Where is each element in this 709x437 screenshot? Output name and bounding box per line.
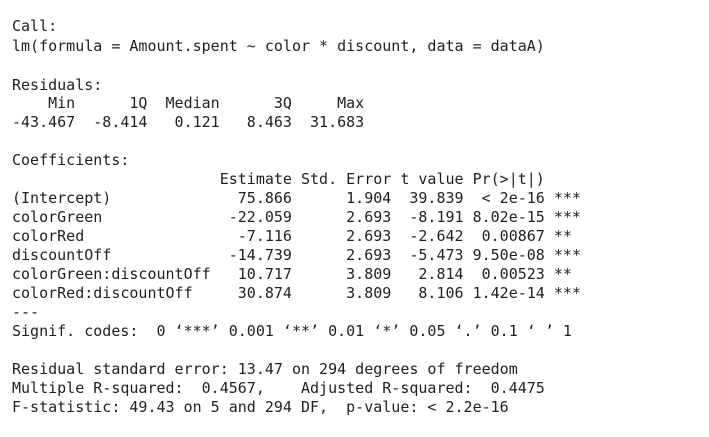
coefficient-row-discountoff: discountOff -14.739 2.693 -5.473 9.50e-0… [12,246,581,264]
coefficient-row-intercept: (Intercept) 75.866 1.904 39.839 < 2e-16 … [12,189,581,207]
coefficient-row-colorred: colorRed -7.116 2.693 -2.642 0.00867 ** [12,227,581,245]
r-squared: Multiple R-squared: 0.4567, Adjusted R-s… [12,379,554,397]
residuals-values: -43.467 -8.414 0.121 8.463 31.683 [12,113,374,131]
coefficient-row-colorred-discountoff: colorRed:discountOff 30.874 3.809 8.106 … [12,284,581,302]
coefficients-column-headers: Estimate Std. Error t value Pr(>|t|) [12,170,581,188]
residual-standard-error: Residual standard error: 13.47 on 294 de… [12,360,518,378]
residuals-labels: Min 1Q Median 3Q Max [12,94,374,112]
separator-line: --- [12,303,40,321]
f-statistic: F-statistic: 49.43 on 5 and 294 DF, p-va… [12,398,509,416]
residuals-header: Residuals: [12,76,103,94]
coefficients-header: Coefficients: [12,151,130,169]
call-header: Call: [12,17,58,35]
signif-codes: Signif. codes: 0 ‘***’ 0.001 ‘**’ 0.01 ‘… [12,322,572,340]
coefficient-row-colorgreen: colorGreen -22.059 2.693 -8.191 8.02e-15… [12,208,581,226]
call-formula: lm(formula = Amount.spent ~ color * disc… [12,37,545,55]
coefficient-row-colorgreen-discountoff: colorGreen:discountOff 10.717 3.809 2.81… [12,265,581,283]
r-console-output: Call: lm(formula = Amount.spent ~ color … [0,0,709,437]
